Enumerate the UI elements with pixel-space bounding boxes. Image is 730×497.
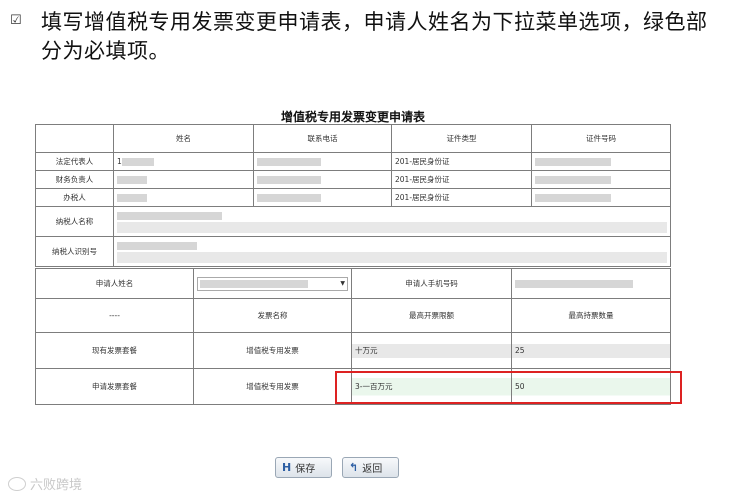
name-field[interactable] <box>113 170 254 189</box>
field-background <box>117 251 667 263</box>
form-title: 增值税专用发票变更申请表 <box>280 110 425 124</box>
table-row: 纳税人识别号 <box>35 236 671 267</box>
personnel-header-row: 姓名 联系电话 证件类型 证件号码 <box>35 124 671 153</box>
header-phone: 联系电话 <box>253 124 392 153</box>
redacted-block <box>535 176 611 184</box>
row-label: 法定代表人 <box>35 152 114 171</box>
header-id-type: 证件类型 <box>391 124 532 153</box>
save-icon: H <box>282 461 292 474</box>
current-limit-field: 十万元 <box>351 332 512 369</box>
taxpayer-name-label: 纳税人名称 <box>35 206 114 237</box>
redacted-block <box>535 158 611 166</box>
redacted-block <box>257 194 321 202</box>
applicant-name-cell: ▼ <box>193 268 352 299</box>
redacted-block <box>257 158 321 166</box>
table-row: 法定代表人 1 201-居民身份证 <box>35 152 671 171</box>
col-max-limit: 最高开票限额 <box>351 298 512 333</box>
id-type-field[interactable]: 201-居民身份证 <box>391 188 532 207</box>
dash-placeholder: ---- <box>35 298 194 333</box>
taxpayer-name-field[interactable] <box>113 206 671 237</box>
header-id-number: 证件号码 <box>531 124 671 153</box>
checkbox-bullet-icon: ☑ <box>10 12 22 27</box>
back-button[interactable]: ↰ 返回 <box>342 457 399 478</box>
phone-field[interactable] <box>253 152 392 171</box>
watermark-text: 六败跨境 <box>30 478 83 493</box>
current-qty-value: 25 <box>515 346 525 355</box>
current-qty-field: 25 <box>511 332 671 369</box>
current-limit-value: 十万元 <box>355 346 378 355</box>
current-invoice-name: 增值税专用发票 <box>193 332 352 369</box>
redacted-block <box>121 158 154 166</box>
table-row: 财务负责人 201-居民身份证 <box>35 170 671 189</box>
current-package-label: 现有发票套餐 <box>35 332 194 369</box>
instruction-caption: ☑ 填写增值税专用发票变更申请表，申请人姓名为下拉菜单选项，绿色部分为必填项。 <box>10 8 720 66</box>
personnel-table: 姓名 联系电话 证件类型 证件号码 法定代表人 1 201-居民身份证 财务负责… <box>35 124 671 267</box>
redacted-block <box>257 176 321 184</box>
applicant-phone-field[interactable] <box>511 268 671 299</box>
row-label: 办税人 <box>35 188 114 207</box>
taxpayer-id-field[interactable] <box>113 236 671 267</box>
redacted-block <box>117 241 197 250</box>
chevron-down-icon: ▼ <box>340 280 345 287</box>
taxpayer-id-label: 纳税人识别号 <box>35 236 114 267</box>
name-field[interactable] <box>113 188 254 207</box>
header-empty <box>35 124 114 153</box>
highlight-box <box>335 371 682 404</box>
redacted-block <box>117 176 147 184</box>
instruction-text: 填写增值税专用发票变更申请表，申请人姓名为下拉菜单选项，绿色部分为必填项。 <box>41 10 708 63</box>
request-invoice-name: 增值税专用发票 <box>193 368 352 405</box>
watermark-logo-icon <box>8 476 26 491</box>
table-row: ---- 发票名称 最高开票限额 最高持票数量 <box>35 298 671 333</box>
phone-field[interactable] <box>253 188 392 207</box>
col-invoice-name: 发票名称 <box>193 298 352 333</box>
col-max-quantity: 最高持票数量 <box>511 298 671 333</box>
applicant-phone-label: 申请人手机号码 <box>351 268 512 299</box>
redacted-block <box>515 280 633 288</box>
save-label: 保存 <box>295 464 316 475</box>
table-row: 办税人 201-居民身份证 <box>35 188 671 207</box>
back-arrow-icon: ↰ <box>349 461 359 474</box>
watermark: 六败跨境 <box>8 474 82 493</box>
header-name: 姓名 <box>113 124 254 153</box>
field-background <box>117 221 667 233</box>
table-row: 纳税人名称 <box>35 206 671 237</box>
id-number-field[interactable] <box>531 188 671 207</box>
name-field[interactable]: 1 <box>113 152 254 171</box>
row-label: 财务负责人 <box>35 170 114 189</box>
redacted-block <box>117 211 222 220</box>
id-number-field[interactable] <box>531 170 671 189</box>
redacted-block <box>200 279 308 288</box>
request-package-label: 申请发票套餐 <box>35 368 194 405</box>
id-number-field[interactable] <box>531 152 671 171</box>
redacted-block <box>535 194 611 202</box>
id-type-field[interactable]: 201-居民身份证 <box>391 152 532 171</box>
back-label: 返回 <box>362 464 383 475</box>
redacted-block <box>117 194 147 202</box>
table-row: 申请人姓名 ▼ 申请人手机号码 <box>35 268 671 299</box>
phone-field[interactable] <box>253 170 392 189</box>
id-type-field[interactable]: 201-居民身份证 <box>391 170 532 189</box>
table-row: 现有发票套餐 增值税专用发票 十万元 25 <box>35 332 671 369</box>
applicant-name-label: 申请人姓名 <box>35 268 194 299</box>
save-button[interactable]: H 保存 <box>275 457 332 478</box>
applicant-name-select[interactable]: ▼ <box>197 276 348 291</box>
